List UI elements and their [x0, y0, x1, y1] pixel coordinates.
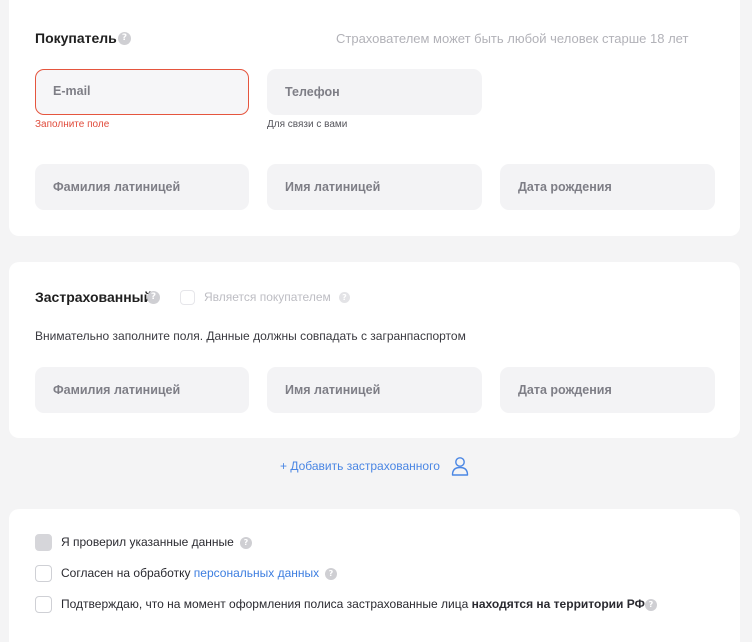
insured-birth-date-field[interactable]: Дата рождения — [500, 367, 715, 413]
buyer-title: Покупатель — [35, 30, 117, 46]
territory-label-bold: находятся на территории РФ — [471, 597, 645, 611]
phone-placeholder: Телефон — [285, 85, 340, 99]
buyer-birth-date-placeholder: Дата рождения — [518, 180, 612, 194]
is-buyer-label: Является покупателем — [204, 290, 331, 304]
phone-field[interactable]: Телефон — [267, 69, 482, 115]
territory-help-icon[interactable]: ? — [645, 599, 657, 611]
email-placeholder: E-mail — [53, 84, 91, 98]
verified-checkbox[interactable] — [35, 534, 52, 551]
insured-title: Застрахованный — [35, 289, 153, 305]
email-error: Заполните поле — [35, 119, 110, 130]
verified-label: Я проверил указанные данные — [61, 535, 234, 549]
insured-birth-date-placeholder: Дата рождения — [518, 383, 612, 397]
personal-data-help-icon[interactable]: ? — [325, 568, 337, 580]
territory-label-prefix: Подтверждаю, что на момент оформления по… — [61, 597, 472, 611]
verified-help-icon[interactable]: ? — [240, 537, 252, 549]
territory-checkbox[interactable] — [35, 596, 52, 613]
insured-first-name-field[interactable]: Имя латиницей — [267, 367, 482, 413]
buyer-last-name-placeholder: Фамилия латиницей — [53, 180, 181, 194]
insured-description: Внимательно заполните поля. Данные должн… — [35, 329, 466, 343]
buyer-first-name-field[interactable]: Имя латиницей — [267, 164, 482, 210]
buyer-age-hint: Страхователем может быть любой человек с… — [336, 31, 689, 46]
insured-first-name-placeholder: Имя латиницей — [285, 383, 381, 397]
buyer-birth-date-field[interactable]: Дата рождения — [500, 164, 715, 210]
territory-label: Подтверждаю, что на момент оформления по… — [61, 597, 645, 611]
insured-last-name-placeholder: Фамилия латиницей — [53, 383, 181, 397]
personal-data-label: Согласен на обработку персональных данны… — [61, 566, 319, 580]
add-insured-link[interactable]: + Добавить застрахованного — [280, 459, 440, 473]
insured-help-icon[interactable]: ? — [147, 291, 160, 304]
buyer-first-name-placeholder: Имя латиницей — [285, 180, 381, 194]
personal-data-label-prefix: Согласен на обработку — [61, 566, 194, 580]
person-icon[interactable] — [451, 456, 469, 476]
personal-data-checkbox[interactable] — [35, 565, 52, 582]
is-buyer-checkbox[interactable] — [180, 290, 195, 305]
personal-data-link[interactable]: персональных данных — [194, 566, 319, 580]
insured-last-name-field[interactable]: Фамилия латиницей — [35, 367, 249, 413]
buyer-help-icon[interactable]: ? — [118, 32, 131, 45]
email-field[interactable]: E-mail — [35, 69, 249, 115]
buyer-last-name-field[interactable]: Фамилия латиницей — [35, 164, 249, 210]
phone-note: Для связи с вами — [267, 119, 348, 130]
is-buyer-help-icon[interactable]: ? — [339, 292, 350, 303]
